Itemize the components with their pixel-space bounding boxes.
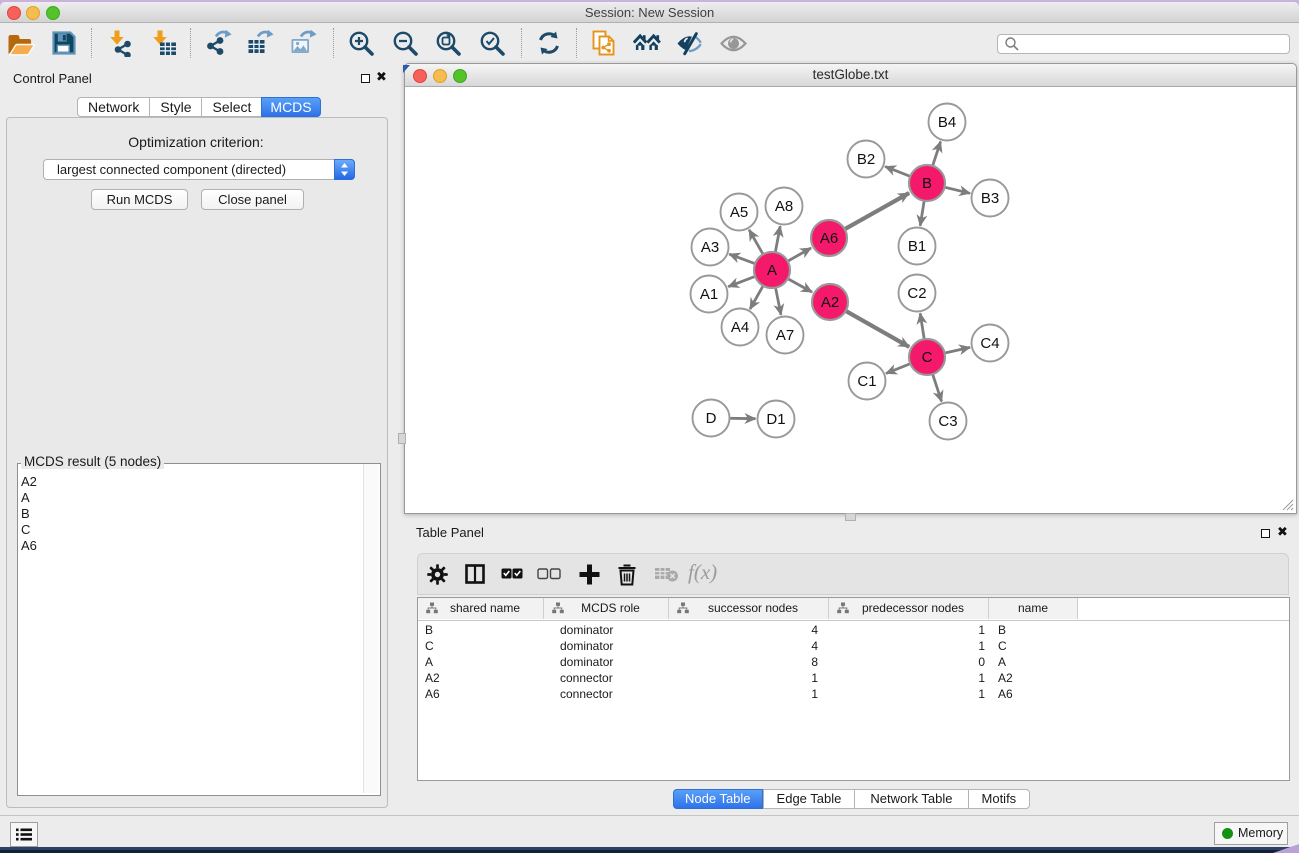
- svg-text:A7: A7: [776, 327, 794, 344]
- svg-text:B1: B1: [908, 238, 926, 255]
- svg-text:A: A: [767, 262, 777, 279]
- svg-text:C4: C4: [980, 335, 999, 352]
- svg-text:C: C: [922, 349, 933, 366]
- svg-text:C2: C2: [907, 285, 926, 302]
- svg-text:A1: A1: [700, 286, 718, 303]
- svg-text:A5: A5: [730, 204, 748, 221]
- svg-text:C1: C1: [857, 373, 876, 390]
- svg-text:A8: A8: [775, 198, 793, 215]
- svg-text:B2: B2: [857, 151, 875, 168]
- svg-text:A3: A3: [701, 239, 719, 256]
- svg-text:C3: C3: [938, 413, 957, 430]
- svg-text:A6: A6: [820, 230, 838, 247]
- svg-text:B4: B4: [938, 114, 956, 131]
- svg-text:B: B: [922, 175, 932, 192]
- svg-text:A4: A4: [731, 319, 749, 336]
- svg-text:A2: A2: [821, 294, 839, 311]
- svg-text:D1: D1: [766, 411, 785, 428]
- svg-text:D: D: [706, 410, 717, 427]
- svg-text:B3: B3: [981, 190, 999, 207]
